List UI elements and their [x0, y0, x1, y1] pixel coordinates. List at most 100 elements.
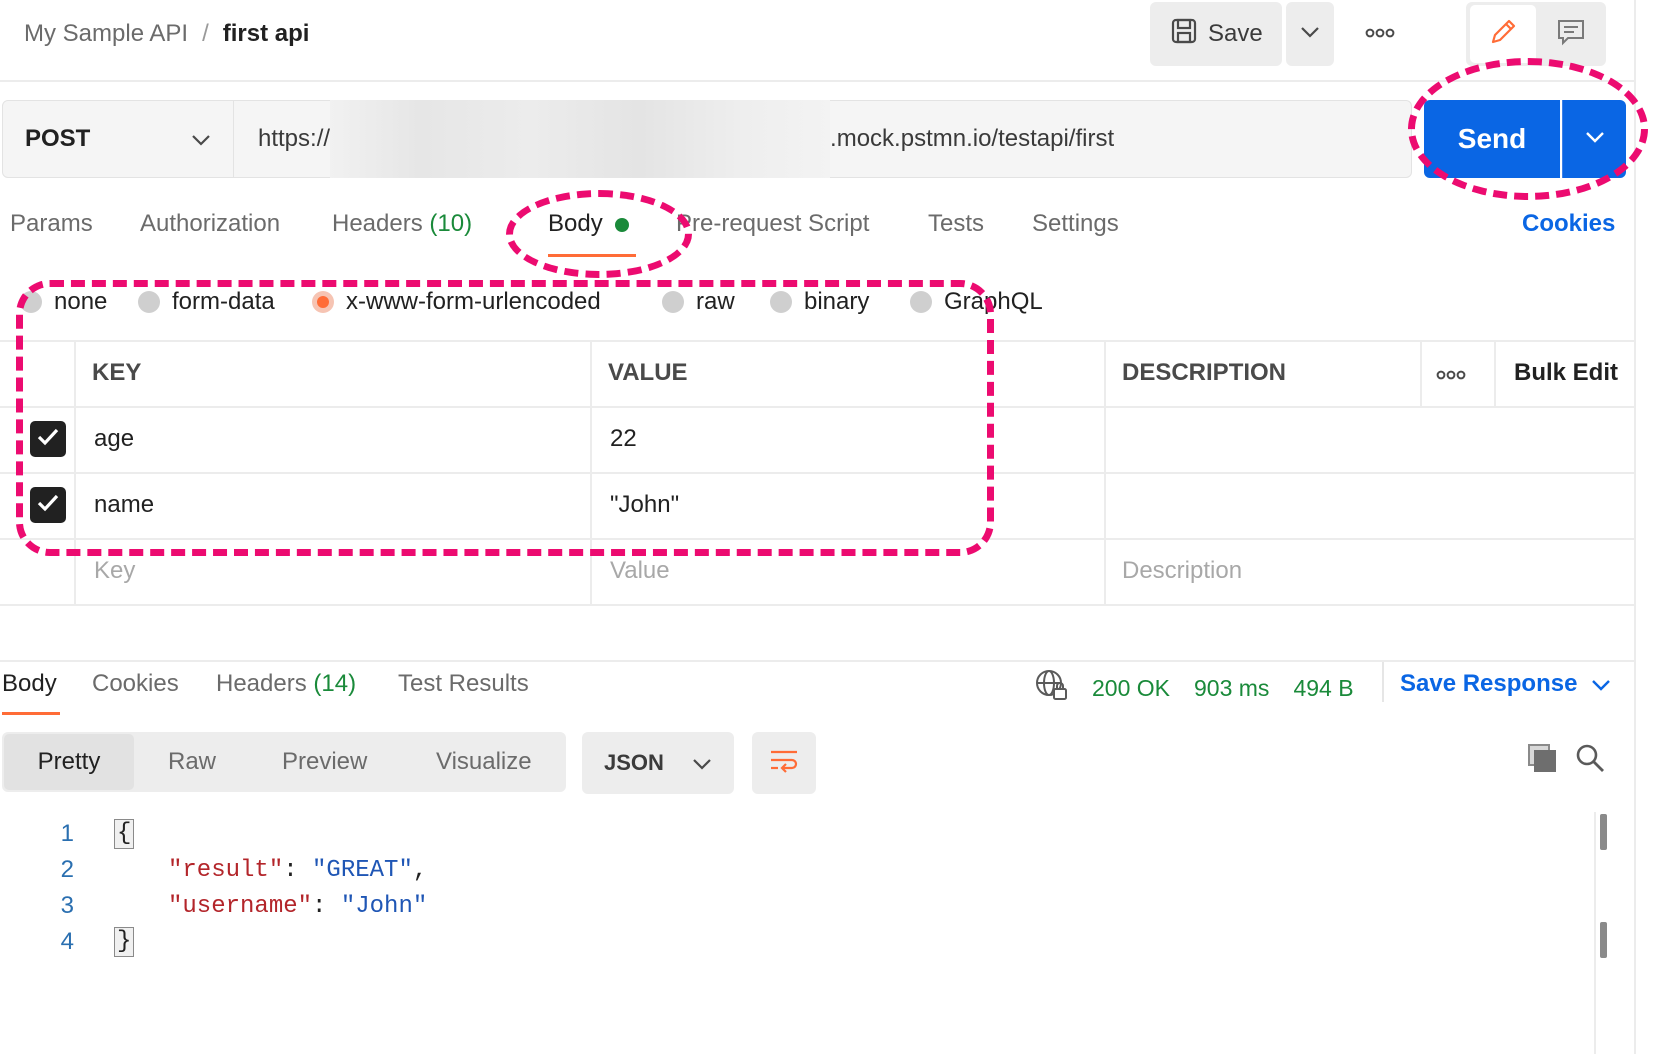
tab-authorization[interactable]: Authorization	[140, 210, 280, 238]
chevron-down-icon	[1591, 670, 1611, 698]
copy-button[interactable]	[1524, 740, 1560, 780]
view-pretty[interactable]: Pretty	[4, 734, 134, 790]
search-button[interactable]	[1572, 740, 1608, 780]
comment-icon	[1555, 16, 1587, 53]
table-column-divider	[1420, 340, 1422, 406]
table-divider	[0, 472, 1636, 474]
chevron-down-icon	[692, 750, 712, 776]
edit-mode-button[interactable]	[1470, 5, 1536, 63]
view-raw[interactable]: Raw	[168, 734, 216, 790]
response-divider	[0, 660, 1636, 662]
send-options-button[interactable]	[1562, 100, 1626, 178]
view-visualize[interactable]: Visualize	[436, 734, 532, 790]
open-brace: {	[114, 819, 135, 849]
more-icon	[1365, 25, 1395, 43]
tab-headers-count: (10)	[429, 210, 473, 237]
line-number: 2	[60, 856, 74, 883]
format-select[interactable]: JSON	[582, 732, 734, 794]
chevron-down-icon	[1300, 25, 1320, 43]
column-header-key: KEY	[92, 359, 142, 386]
response-status-bar: 200 OK 903 ms 494 B	[1034, 668, 1354, 708]
table-more-button[interactable]	[1436, 340, 1466, 406]
bulk-edit-button[interactable]: Bulk Edit	[1514, 340, 1618, 406]
body-type-form-data[interactable]: form-data	[138, 286, 275, 318]
line-number: 1	[60, 820, 74, 847]
param-key[interactable]: name	[94, 472, 154, 538]
breadcrumb-current[interactable]: first api	[223, 20, 310, 48]
response-tab-body[interactable]: Body	[2, 670, 57, 698]
tab-settings[interactable]: Settings	[1032, 210, 1119, 238]
body-type-urlencoded[interactable]: x-www-form-urlencoded	[312, 286, 601, 318]
body-type-label: form-data	[172, 288, 275, 315]
json-value: "GREAT"	[312, 856, 413, 884]
row-checkbox[interactable]	[30, 487, 66, 523]
body-type-raw[interactable]: raw	[662, 286, 735, 318]
response-tab-test-results[interactable]: Test Results	[398, 670, 529, 698]
json-field: "username": "John"	[168, 893, 427, 920]
tab-tests[interactable]: Tests	[928, 210, 984, 238]
view-preview[interactable]: Preview	[282, 734, 367, 790]
response-tab-cookies[interactable]: Cookies	[92, 670, 179, 698]
response-tab-headers-label: Headers	[216, 670, 307, 697]
panel-edge	[1634, 0, 1636, 1054]
scrollbar-marker[interactable]	[1600, 814, 1607, 850]
more-actions-button[interactable]	[1350, 14, 1410, 54]
tab-body[interactable]: Body	[548, 210, 629, 238]
url-redacted-segment	[330, 100, 831, 178]
comment-mode-button[interactable]	[1540, 5, 1602, 63]
new-key-input[interactable]: Key	[94, 538, 135, 604]
body-type-none[interactable]: none	[20, 286, 107, 318]
body-type-graphql[interactable]: GraphQL	[910, 286, 1043, 318]
response-size[interactable]: 494 B	[1293, 675, 1353, 702]
table-divider	[0, 406, 1636, 408]
body-type-binary[interactable]: binary	[770, 286, 869, 318]
column-header-description: DESCRIPTION	[1122, 359, 1287, 386]
param-key[interactable]: age	[94, 406, 134, 472]
body-type-label: none	[54, 288, 108, 315]
radio-icon	[662, 291, 684, 313]
radio-selected-icon	[312, 291, 334, 313]
json-value: "John"	[340, 892, 428, 920]
column-header-value: VALUE	[608, 359, 688, 386]
send-button[interactable]: Send	[1424, 100, 1560, 178]
globe-lock-icon[interactable]	[1034, 668, 1068, 708]
save-response-button[interactable]: Save Response	[1400, 670, 1611, 698]
active-response-tab-indicator	[2, 712, 60, 715]
tab-headers[interactable]: Headers (10)	[332, 210, 472, 238]
table-divider	[0, 604, 1636, 606]
radio-icon	[910, 291, 932, 313]
tab-params[interactable]: Params	[10, 210, 93, 238]
chevron-down-icon	[1585, 130, 1605, 148]
url-input[interactable]: https:// .mock.pstmn.io/testapi/first	[234, 100, 1412, 178]
new-value-input[interactable]: Value	[610, 538, 670, 604]
breadcrumb-parent[interactable]: My Sample API	[24, 20, 188, 48]
save-button[interactable]: Save	[1150, 2, 1282, 66]
param-value[interactable]: "John"	[610, 472, 679, 538]
response-time[interactable]: 903 ms	[1194, 675, 1269, 702]
search-icon	[1574, 742, 1606, 779]
scrollbar-marker[interactable]	[1600, 922, 1607, 958]
code-scrollbar-track[interactable]	[1594, 812, 1596, 1054]
table-column-divider	[1494, 340, 1496, 406]
table-column-divider	[590, 340, 592, 606]
json-key: "result"	[168, 856, 284, 884]
status-code[interactable]: 200 OK	[1092, 675, 1170, 702]
close-brace: }	[114, 927, 135, 957]
cookies-link[interactable]: Cookies	[1522, 210, 1615, 238]
header-divider	[0, 80, 1636, 82]
method-select[interactable]: POST	[2, 100, 234, 178]
tab-headers-label: Headers	[332, 210, 423, 237]
row-checkbox[interactable]	[30, 421, 66, 457]
wrap-lines-button[interactable]	[752, 732, 816, 794]
more-icon	[1436, 359, 1466, 387]
response-tab-headers[interactable]: Headers (14)	[216, 670, 356, 698]
param-value[interactable]: 22	[610, 406, 637, 472]
tab-body-label: Body	[548, 210, 603, 237]
new-description-input[interactable]: Description	[1122, 538, 1242, 604]
body-params-table: KEY VALUE DESCRIPTION Bulk Edit age 22 n…	[0, 340, 1636, 610]
save-options-button[interactable]	[1286, 2, 1334, 66]
save-icon	[1170, 17, 1198, 52]
response-tab-headers-count: (14)	[313, 670, 357, 697]
format-label: JSON	[604, 750, 664, 775]
tab-prerequest-script[interactable]: Pre-request Script	[676, 210, 869, 238]
